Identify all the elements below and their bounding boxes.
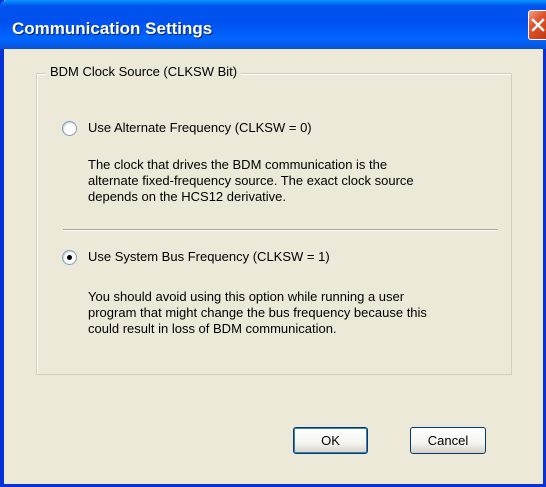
title-bar[interactable]: Communication Settings — [0, 0, 546, 49]
alternate-frequency-description: The clock that drives the BDM communicat… — [88, 157, 414, 205]
system-bus-frequency-label[interactable]: Use System Bus Frequency (CLKSW = 1) — [88, 249, 330, 264]
description-line: The clock that drives the BDM communicat… — [88, 157, 388, 172]
radio-selected-dot — [67, 255, 72, 260]
window-title: Communication Settings — [12, 19, 213, 38]
system-bus-frequency-radio[interactable] — [62, 250, 77, 265]
close-button[interactable] — [528, 10, 546, 40]
groupbox-title: BDM Clock Source (CLKSW Bit) — [46, 64, 242, 79]
alternate-frequency-radio[interactable] — [62, 121, 77, 136]
system-bus-frequency-description: You should avoid using this option while… — [88, 289, 427, 337]
description-line: program that might change the bus freque… — [88, 305, 427, 320]
ok-button[interactable]: OK — [293, 427, 368, 454]
description-line: could result in loss of BDM communicatio… — [88, 321, 337, 336]
description-line: You should avoid using this option while… — [88, 289, 405, 304]
close-icon — [531, 18, 545, 32]
options-separator — [63, 229, 498, 231]
description-line: depends on the HCS12 derivative. — [88, 189, 287, 204]
description-line: alternate fixed-frequency source. The ex… — [88, 173, 414, 188]
alternate-frequency-label[interactable]: Use Alternate Frequency (CLKSW = 0) — [88, 120, 312, 135]
cancel-button[interactable]: Cancel — [410, 427, 486, 454]
